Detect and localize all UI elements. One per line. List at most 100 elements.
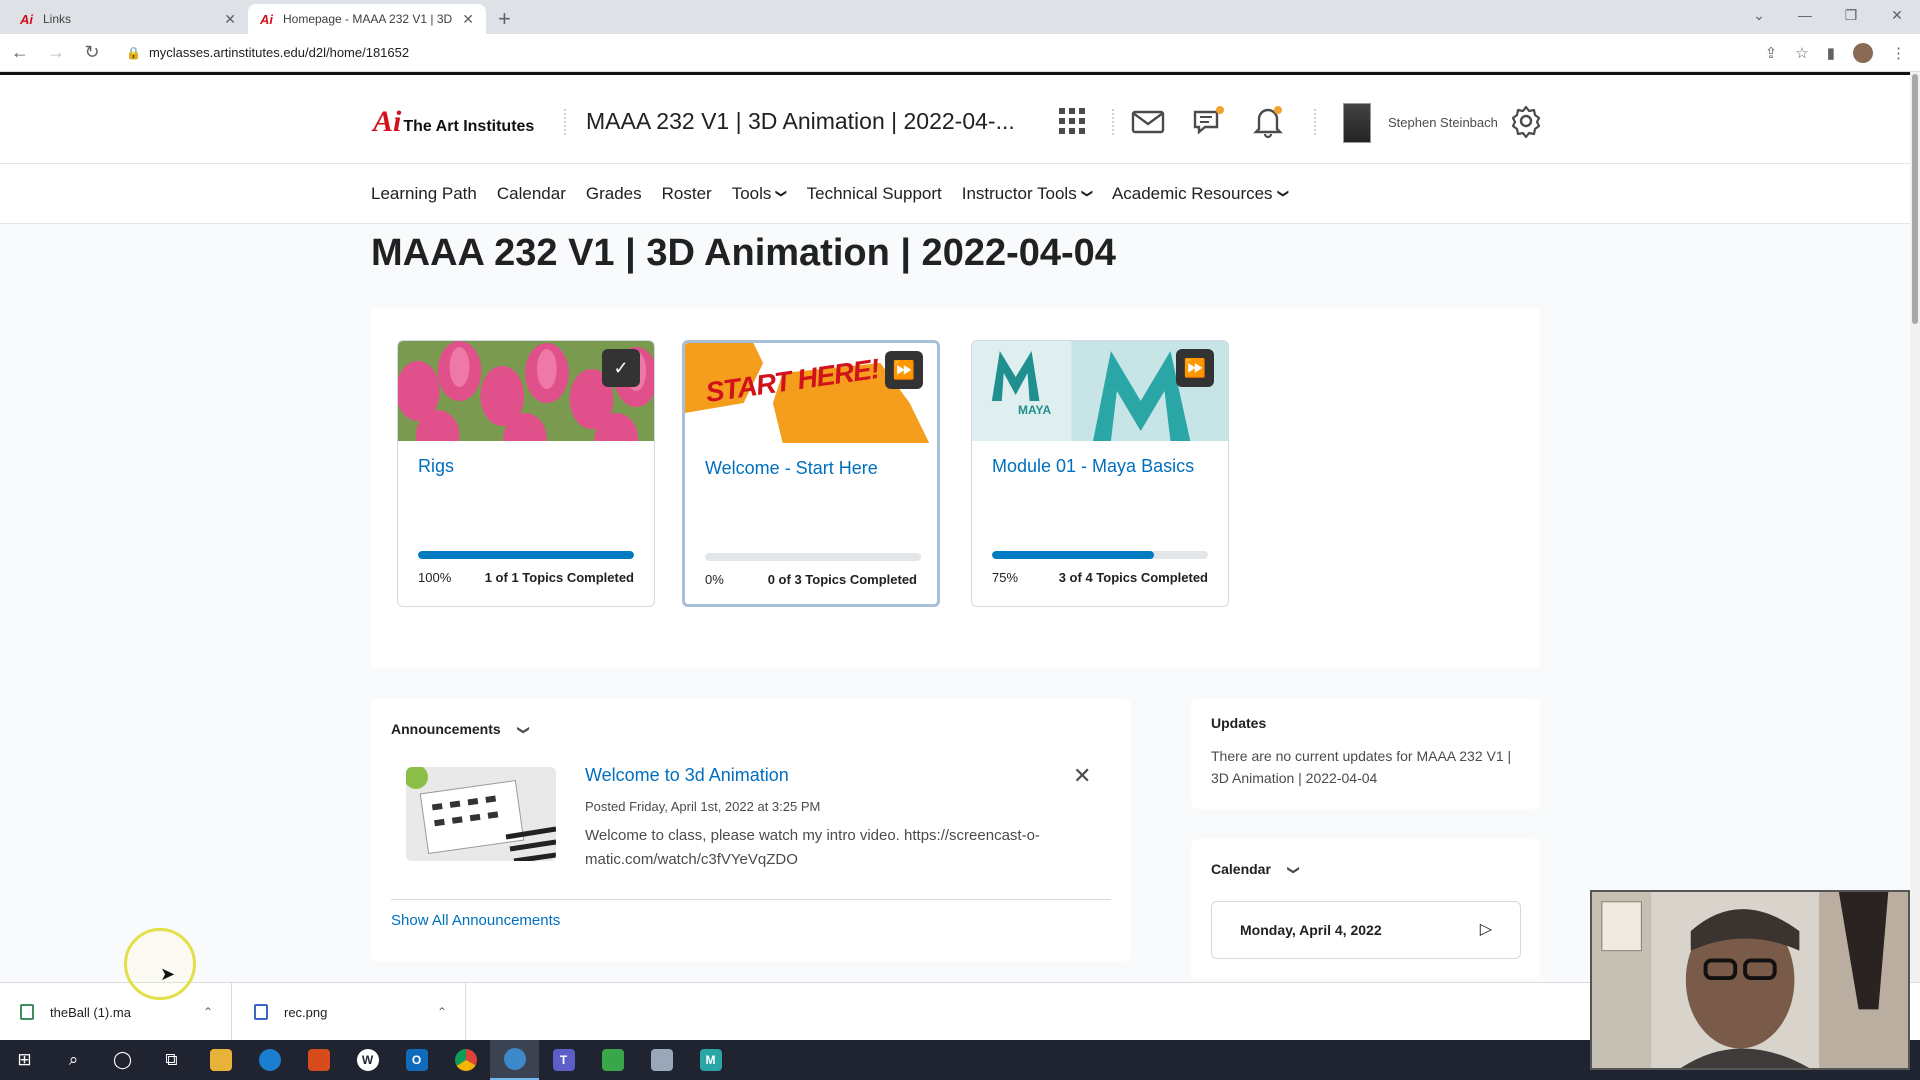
file-explorer-icon[interactable]	[196, 1040, 245, 1080]
close-icon[interactable]: ✕	[1073, 763, 1091, 789]
cortana-circle-icon[interactable]: ◯	[98, 1040, 147, 1080]
spreadsheet-app-icon[interactable]	[588, 1040, 637, 1080]
chevron-up-icon[interactable]: ⌃	[437, 1005, 447, 1019]
close-icon[interactable]: ✕	[462, 11, 474, 28]
header-separator	[564, 109, 566, 135]
snipping-tool-icon[interactable]	[637, 1040, 686, 1080]
announcements-header[interactable]: Announcements ❯	[391, 721, 531, 739]
learning-path-card-module-01[interactable]: MAYA ⏩ Module 01 - Maya Basics 75% 3 of …	[971, 340, 1229, 607]
bookmark-star-icon[interactable]: ☆	[1795, 44, 1808, 62]
art-institutes-logo[interactable]: Ai The Art Institutes	[373, 105, 534, 139]
subscription-alerts-icon[interactable]	[1190, 103, 1226, 139]
nav-item-grades[interactable]: Grades	[586, 184, 642, 204]
browser-tab-bar: Ai Links ✕ Ai Homepage - MAAA 232 V1 | 3…	[0, 0, 1920, 34]
chevron-up-icon[interactable]: ⌃	[203, 1005, 213, 1019]
download-item[interactable]: theBall (1).ma ⌃	[0, 983, 232, 1041]
widget-title: Updates	[1211, 715, 1267, 731]
maya-app-icon[interactable]: M	[686, 1040, 735, 1080]
back-icon[interactable]: ←	[4, 42, 36, 63]
update-alerts-bell-icon[interactable]	[1250, 103, 1286, 139]
screen-recorder-icon[interactable]	[490, 1040, 539, 1080]
nav-label: Technical Support	[806, 184, 942, 203]
teams-icon[interactable]: T	[539, 1040, 588, 1080]
download-item[interactable]: rec.png ⌃	[234, 983, 466, 1041]
nav-label: Academic Resources	[1111, 184, 1273, 203]
chevron-down-icon: ❯	[775, 188, 788, 199]
announcement-title[interactable]: Welcome to 3d Animation	[585, 765, 789, 786]
share-icon[interactable]: ⇪	[1765, 44, 1778, 62]
edge-browser-icon[interactable]	[245, 1040, 294, 1080]
card-title[interactable]: Welcome - Start Here	[705, 459, 925, 478]
forward-icon[interactable]: →	[40, 42, 72, 63]
show-all-announcements-link[interactable]: Show All Announcements	[391, 912, 560, 929]
announcement-body: Welcome to class, please watch my intro …	[585, 827, 1040, 868]
nav-item-academic-resources[interactable]: Academic Resources ❯	[1111, 184, 1289, 204]
nav-label: Roster	[661, 184, 712, 203]
windows-start-icon[interactable]: ⊞	[0, 1040, 49, 1080]
progress-percent: 75%	[992, 570, 1019, 585]
topics-completed: 1 of 1 Topics Completed	[484, 570, 634, 585]
address-bar[interactable]: 🔒 myclasses.artinstitutes.edu/d2l/home/1…	[116, 38, 1746, 68]
outlook-icon[interactable]: O	[392, 1040, 441, 1080]
close-icon[interactable]: ✕	[224, 11, 236, 28]
task-view-icon[interactable]: ⧉	[147, 1040, 196, 1080]
chevron-down-icon[interactable]: ❯	[1287, 865, 1301, 875]
chrome-icon[interactable]	[441, 1040, 490, 1080]
calendar-date: Monday, April 4, 2022	[1240, 922, 1382, 938]
progress-bar	[705, 553, 921, 561]
check-icon: ✓	[602, 349, 640, 387]
url-text[interactable]: myclasses.artinstitutes.edu/d2l/home/181…	[149, 45, 409, 60]
close-window-icon[interactable]: ✕	[1874, 7, 1920, 24]
user-name[interactable]: Stephen Steinbach	[1388, 115, 1498, 130]
scrollbar-thumb[interactable]	[1912, 74, 1918, 324]
browser-tab-links[interactable]: Ai Links ✕	[8, 4, 248, 34]
learning-path-card-rigs[interactable]: ✓ Rigs 100% 1 of 1 Topics Completed	[397, 340, 655, 607]
nav-item-roster[interactable]: Roster	[662, 184, 712, 204]
course-selector-grid-icon[interactable]	[1054, 103, 1090, 139]
browser-toolbar: ← → ↻ 🔒 myclasses.artinstitutes.edu/d2l/…	[0, 34, 1920, 72]
nav-items: Learning Path Calendar Grades Roster Too…	[371, 184, 1289, 204]
side-panel-icon[interactable]: ▮	[1827, 44, 1835, 62]
tab-search-icon[interactable]: ⌄	[1736, 7, 1782, 24]
office-icon[interactable]	[294, 1040, 343, 1080]
download-file-name: theBall (1).ma	[50, 1004, 131, 1020]
minimize-icon[interactable]: —	[1782, 7, 1828, 23]
nav-item-tools[interactable]: Tools ❯	[732, 184, 788, 204]
widget-title: Calendar	[1211, 861, 1271, 877]
avatar[interactable]	[1343, 103, 1371, 143]
learning-path-card-welcome[interactable]: START HERE! ⏩ Welcome - Start Here 0% 0 …	[682, 340, 940, 607]
search-icon[interactable]: ⌕	[49, 1040, 98, 1080]
lock-icon[interactable]: 🔒	[126, 46, 141, 60]
chevron-down-icon: ❯	[1080, 188, 1093, 199]
card-title[interactable]: Module 01 - Maya Basics	[992, 457, 1212, 476]
course-navbar: Learning Path Calendar Grades Roster Too…	[0, 164, 1910, 224]
nav-item-instructor-tools[interactable]: Instructor Tools ❯	[962, 184, 1093, 204]
nav-item-technical-support[interactable]: Technical Support	[807, 184, 942, 204]
gear-icon[interactable]	[1508, 103, 1544, 139]
announcement-posted-date: Posted Friday, April 1st, 2022 at 3:25 P…	[585, 799, 821, 814]
card-title[interactable]: Rigs	[418, 457, 638, 476]
restore-icon[interactable]: ❐	[1828, 7, 1874, 24]
mouse-cursor-icon: ➤	[160, 964, 176, 984]
browser-tab-homepage[interactable]: Ai Homepage - MAAA 232 V1 | 3D ✕	[248, 4, 486, 34]
page-title: MAAA 232 V1 | 3D Animation | 2022-04-04	[371, 232, 1116, 274]
course-title[interactable]: MAAA 232 V1 | 3D Animation | 2022-04-...	[586, 108, 1015, 135]
logo-text: The Art Institutes	[403, 118, 535, 135]
nav-item-learning-path[interactable]: Learning Path	[371, 184, 477, 204]
chevron-down-icon[interactable]: ❯	[517, 725, 531, 735]
message-alerts-icon[interactable]	[1130, 103, 1166, 139]
webcam-overlay-image	[1590, 890, 1910, 1070]
new-tab-icon[interactable]: +	[498, 6, 511, 32]
calendar-date-selector[interactable]: Monday, April 4, 2022 ▷	[1211, 901, 1521, 959]
page-scrollbar[interactable]	[1910, 72, 1920, 982]
art-institutes-favicon-icon: Ai	[260, 11, 273, 27]
progress-percent: 100%	[418, 570, 452, 585]
calendar-header[interactable]: Calendar ❯	[1211, 861, 1301, 879]
nav-item-calendar[interactable]: Calendar	[497, 184, 566, 204]
menu-kebab-icon[interactable]: ⋮	[1891, 44, 1906, 62]
reload-icon[interactable]: ↻	[76, 42, 108, 63]
play-right-icon[interactable]: ▷	[1480, 919, 1492, 939]
webex-icon[interactable]: W	[343, 1040, 392, 1080]
progress-fill	[418, 551, 634, 559]
profile-avatar-icon[interactable]	[1853, 42, 1873, 63]
